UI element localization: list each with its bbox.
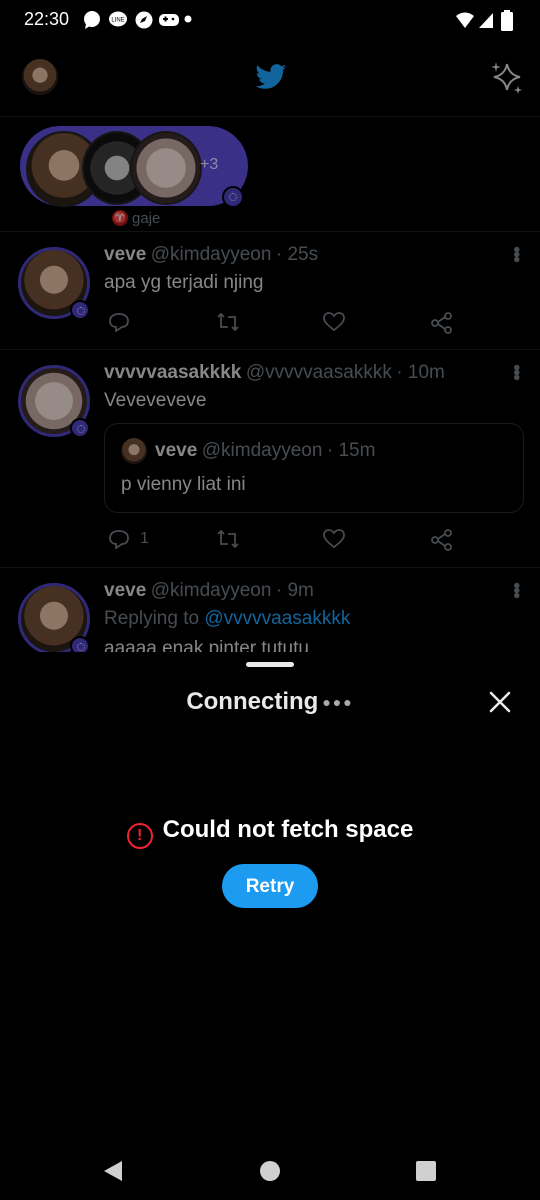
quoted-tweet[interactable]: veve @kimdayyeon · 15m p vienny liat ini: [104, 423, 524, 513]
profile-avatar[interactable]: [22, 59, 58, 95]
tweet-timestamp: · 25s: [275, 244, 319, 265]
reply-icon[interactable]: [108, 312, 130, 332]
space-bottom-sheet: Connecting ●●● ! Could not fetch space Ret…: [0, 652, 540, 1130]
battery-icon: [501, 10, 513, 31]
status-bar: 22:30 LINE: [0, 0, 540, 40]
tweet[interactable]: veve @kimdayyeon · 25s ••• apa yg terjad…: [0, 232, 540, 350]
like-icon[interactable]: [323, 529, 345, 549]
spaces-fleet-bar: +3 ♈ gaje: [0, 116, 540, 232]
error-alert-icon: !: [126, 823, 153, 849]
home-icon[interactable]: [259, 1160, 281, 1182]
compass-icon: [135, 11, 153, 29]
tweet-author-name[interactable]: vvvvvaasakkkk: [104, 362, 241, 383]
tweet-author-name[interactable]: veve: [104, 244, 146, 265]
svg-text:LINE: LINE: [111, 18, 124, 24]
space-badge-icon: [222, 186, 244, 208]
replying-to-prefix: Replying to: [104, 608, 205, 629]
close-icon[interactable]: [484, 686, 516, 718]
sheet-title: Connecting ●●●: [0, 688, 540, 716]
chat-bubble-icon: [84, 11, 100, 29]
replying-to-handle[interactable]: @vvvvvaasakkkk: [204, 608, 350, 629]
sheet-drag-handle[interactable]: [246, 662, 294, 667]
tweet-text: aaaaa enak pinter tututu: [104, 638, 309, 652]
tweet-author-name[interactable]: veve: [104, 580, 146, 601]
tweet-author-handle[interactable]: @kimdayyeon: [151, 244, 272, 265]
connecting-label: Connecting: [186, 688, 319, 715]
recents-icon[interactable]: [415, 1160, 437, 1182]
reply-icon[interactable]: [108, 529, 130, 549]
space-badge-icon: [70, 300, 90, 320]
aries-icon: ♈: [112, 210, 128, 226]
signal-icon: [479, 13, 493, 28]
quoted-author-handle: @kimdayyeon: [201, 440, 323, 461]
notification-dot-icon: [184, 15, 192, 23]
more-options-icon[interactable]: •••: [504, 246, 527, 261]
space-host-label: gaje: [132, 210, 161, 227]
tweet-header: vvvvvaasakkkk @vvvvvaasakkkk · 10m: [104, 362, 445, 384]
sparkle-icon[interactable]: [490, 60, 524, 94]
quoted-tweet-text: p vienny liat ini: [121, 474, 246, 495]
error-text: Could not fetch space: [162, 816, 414, 843]
status-time: 22:30: [24, 9, 70, 29]
replying-to: Replying to @vvvvvaasakkkk: [104, 608, 350, 630]
error-message: ! Could not fetch space: [0, 816, 540, 849]
tweet-author-handle[interactable]: @vvvvvaasakkkk: [246, 362, 392, 383]
tweet-timestamp: · 9m: [275, 580, 314, 601]
tweet[interactable]: veve @kimdayyeon · 9m ••• Replying to @v…: [0, 568, 540, 652]
retry-button[interactable]: Retry: [222, 864, 318, 908]
quoted-author-name: veve: [155, 440, 198, 461]
share-icon[interactable]: [431, 529, 453, 551]
space-extra-count: +3: [200, 156, 219, 173]
quoted-timestamp: · 15m: [326, 440, 376, 461]
tweet-timestamp: · 10m: [396, 362, 445, 383]
retweet-icon[interactable]: [216, 312, 240, 332]
tweet-text: apa yg terjadi njing: [104, 272, 264, 293]
wifi-icon: [456, 12, 474, 28]
loading-dots-icon: ●●●: [322, 694, 354, 710]
system-navigation-bar: [0, 1130, 540, 1200]
quoted-tweet-avatar: [121, 438, 147, 464]
share-icon[interactable]: [431, 312, 453, 334]
tweet-header: veve @kimdayyeon · 25s: [104, 244, 318, 266]
line-app-icon: LINE: [109, 11, 127, 27]
tweet-author-handle[interactable]: @kimdayyeon: [151, 580, 272, 601]
more-options-icon[interactable]: •••: [504, 582, 527, 597]
tweet-text: Veveveveve: [104, 390, 207, 411]
space-badge-icon: [70, 418, 90, 438]
more-options-icon[interactable]: •••: [504, 364, 527, 379]
gamepad-icon: [159, 14, 179, 26]
retweet-icon[interactable]: [216, 529, 240, 549]
space-badge-icon: [70, 636, 90, 652]
twitter-bird-icon: [255, 64, 287, 89]
tweet-header: veve @kimdayyeon · 9m: [104, 580, 314, 602]
reply-count: 1: [140, 530, 149, 547]
like-icon[interactable]: [323, 312, 345, 332]
home-timeline: +3 ♈ gaje veve @kimdayyeon · 25s ••• apa…: [0, 40, 540, 652]
tweet[interactable]: vvvvvaasakkkk @vvvvvaasakkkk · 10m ••• V…: [0, 350, 540, 568]
quoted-tweet-header: veve @kimdayyeon · 15m: [155, 440, 375, 462]
back-icon[interactable]: [102, 1160, 124, 1182]
app-top-bar: [0, 40, 540, 117]
space-speaker-avatar: [130, 131, 202, 205]
